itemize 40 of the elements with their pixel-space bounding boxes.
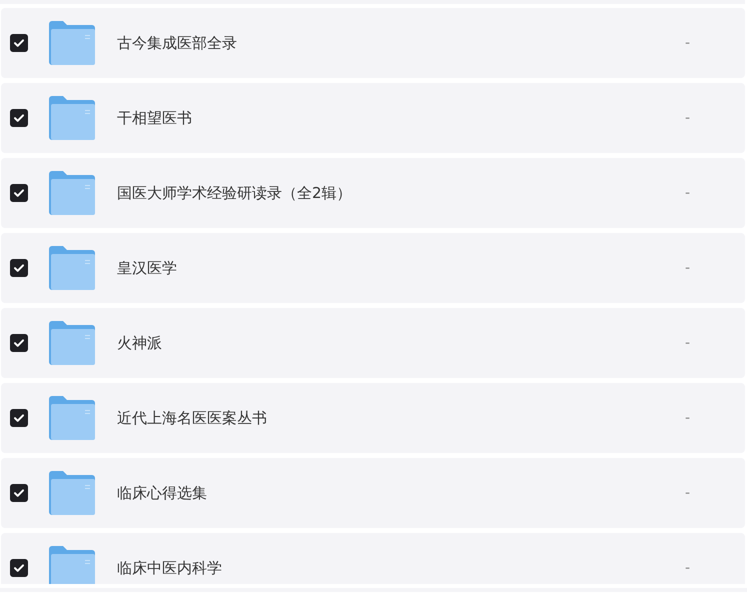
folder-icon — [49, 471, 95, 515]
file-row[interactable]: 临床中医内科学 - — [1, 533, 745, 584]
folder-name: 干相望医书 — [117, 108, 193, 128]
checkbox[interactable] — [10, 409, 28, 427]
file-size: - — [685, 335, 692, 351]
file-size: - — [685, 110, 692, 126]
folder-icon — [49, 396, 95, 440]
checkbox[interactable] — [10, 484, 28, 502]
file-size: - — [685, 260, 692, 276]
file-row[interactable]: 火神派 - — [1, 308, 745, 378]
checkbox[interactable] — [10, 109, 28, 127]
checkbox[interactable] — [10, 559, 28, 577]
folder-icon — [49, 171, 95, 215]
folder-icon — [49, 21, 95, 65]
checkbox[interactable] — [10, 259, 28, 277]
folder-icon — [49, 246, 95, 290]
folder-name: 古今集成医部全录 — [117, 34, 238, 52]
file-row[interactable]: 近代上海名医医案丛书 - — [1, 383, 745, 453]
file-row[interactable]: 皇汉医学 - — [1, 233, 745, 303]
file-size: - — [685, 560, 692, 576]
file-size: - — [685, 410, 692, 426]
file-size: - — [685, 185, 692, 201]
file-row[interactable]: 干相望医书 - — [1, 83, 745, 153]
checkbox[interactable] — [10, 34, 28, 52]
folder-icon — [49, 321, 95, 365]
file-row[interactable]: 国医大师学术经验研读录（全2辑） - — [1, 158, 745, 228]
file-size: - — [685, 485, 692, 501]
folder-name: 近代上海名医医案丛书 — [117, 408, 268, 428]
folder-name: 火神派 — [117, 334, 163, 352]
file-row[interactable]: 古今集成医部全录 - — [1, 8, 745, 78]
file-row[interactable]: 临床心得选集 - — [1, 458, 745, 528]
checkbox[interactable] — [10, 184, 28, 202]
folder-name: 国医大师学术经验研读录（全2辑） — [117, 184, 353, 202]
checkbox[interactable] — [10, 334, 28, 352]
folder-icon — [49, 96, 95, 140]
folder-name: 临床心得选集 — [117, 484, 208, 502]
folder-name: 临床中医内科学 — [117, 558, 223, 578]
file-size: - — [685, 35, 692, 51]
folder-icon — [49, 546, 95, 584]
folder-name: 皇汉医学 — [117, 258, 178, 278]
